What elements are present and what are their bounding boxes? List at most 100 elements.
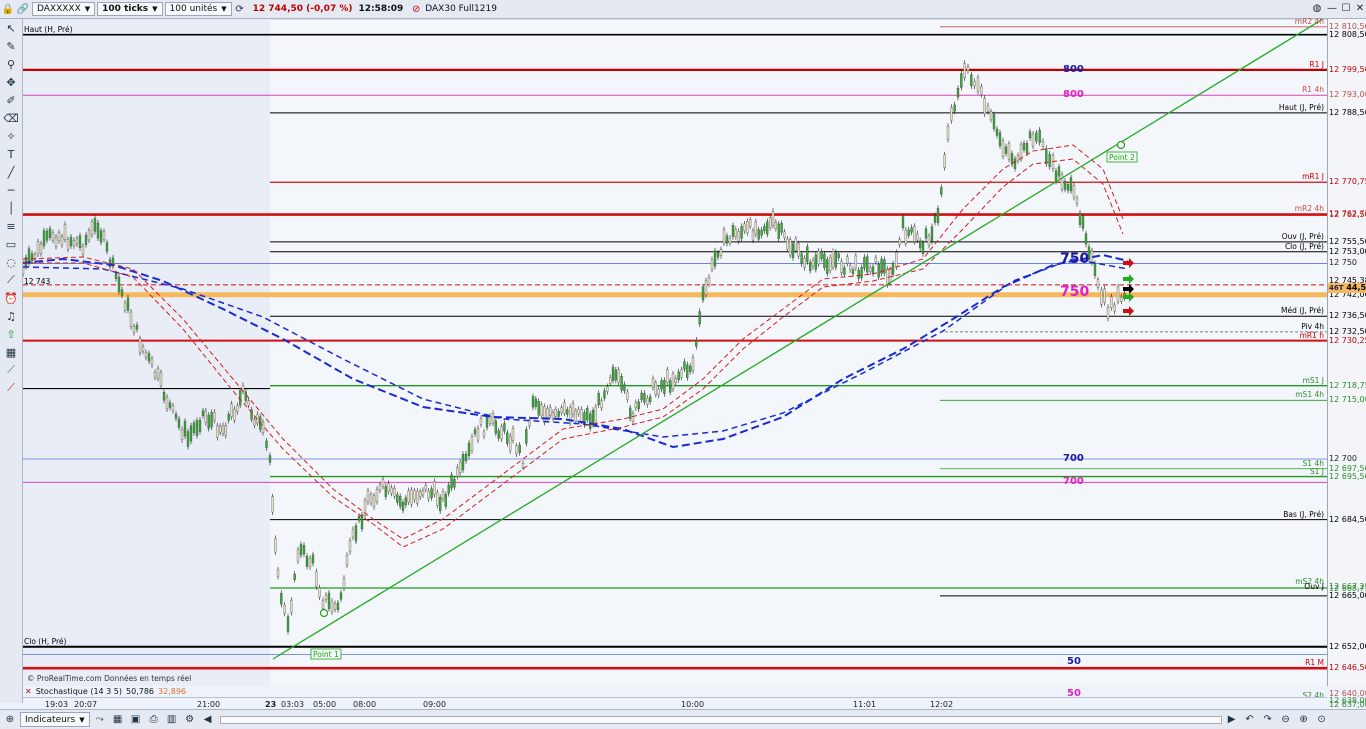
candle-body	[159, 372, 163, 386]
candle-body	[695, 340, 698, 347]
globe-icon[interactable]: ◍	[1310, 2, 1324, 15]
ticks-selector[interactable]: 100 ticks ▼	[97, 2, 163, 16]
candle-body	[866, 256, 869, 273]
candle-body	[280, 593, 283, 605]
record-icon[interactable]: ⊘	[409, 2, 423, 16]
instrument-label: DAXXXXX	[37, 4, 81, 14]
candle-body	[803, 258, 806, 268]
candle-body	[276, 569, 280, 577]
price-axis-label: 12 788,50	[1329, 107, 1366, 117]
candle-body	[369, 494, 373, 504]
refresh-icon[interactable]: ⟳	[233, 2, 247, 16]
save-icon[interactable]: ▣	[128, 712, 144, 728]
ruler-icon[interactable]: ⟋	[0, 271, 22, 289]
candle-body	[1116, 286, 1120, 302]
close-panel-icon[interactable]: ✕	[25, 687, 32, 696]
candle-body	[221, 425, 225, 434]
text-icon[interactable]: T	[0, 145, 22, 163]
print-icon[interactable]: ⎙	[146, 712, 162, 728]
redo-icon[interactable]: ↷	[1260, 712, 1276, 728]
candle-body	[227, 414, 230, 421]
chevron-down-icon: ▼	[152, 5, 158, 13]
level-label: mR2 4h	[1294, 16, 1324, 26]
candle-body	[986, 105, 990, 112]
instrument-selector[interactable]: DAXXXXX ▼	[32, 2, 96, 16]
share-icon[interactable]: ⤳	[92, 712, 108, 728]
candle-body	[1110, 296, 1113, 308]
hline-icon[interactable]: ─	[0, 181, 22, 199]
line-icon[interactable]: ╱	[0, 163, 22, 181]
up-arrow-icon[interactable]: ⇧	[0, 325, 22, 343]
zoom-icon[interactable]: ⚲	[0, 55, 22, 73]
candle-body	[424, 485, 428, 490]
alarm-icon[interactable]: ⏰	[0, 289, 22, 307]
candle-body	[286, 616, 290, 632]
eraser-icon[interactable]: ⌫	[0, 109, 22, 127]
candle-body	[410, 489, 413, 505]
vline-icon[interactable]: │	[0, 199, 22, 217]
candle-body	[854, 255, 858, 269]
candle-body	[261, 422, 265, 433]
bell-icon[interactable]: ♫	[0, 307, 22, 325]
candle-body	[860, 267, 863, 278]
paint-icon[interactable]: ✐	[0, 91, 22, 109]
settings-icon[interactable]: ⚙	[182, 712, 198, 728]
grid-icon[interactable]: ▦	[0, 343, 22, 361]
candle-body	[162, 392, 166, 401]
close-icon[interactable]: ✕	[1353, 2, 1366, 15]
candle-body	[354, 525, 358, 542]
move-icon[interactable]: ✥	[0, 73, 22, 91]
candle-body	[458, 462, 462, 473]
level-label: mS1 4h	[1295, 390, 1324, 400]
top-toolbar: 🔒 🔗 DAXXXXX ▼ 100 ticks ▼ 100 unités ▼ ⟳ 12…	[0, 0, 1366, 19]
zoom-in-icon[interactable]: ⊕	[1296, 712, 1312, 728]
candle-body	[843, 267, 846, 275]
price-axis-label: 12 736,50	[1329, 311, 1366, 321]
candle-body	[648, 396, 652, 402]
pencil-icon[interactable]: ✎	[0, 37, 22, 55]
reset-zoom-icon[interactable]: ⊙	[1314, 712, 1330, 728]
table-icon[interactable]: ▦	[110, 712, 126, 728]
candle-body	[467, 442, 471, 456]
candle-body	[688, 365, 692, 372]
price-chart[interactable]: Point 1 Point 2	[23, 19, 1327, 686]
undo-icon[interactable]: ↶	[1242, 712, 1258, 728]
chart-type-icon[interactable]: ▥	[164, 712, 180, 728]
level-label: Haut (J, Pré)	[1278, 102, 1324, 112]
link-icon[interactable]: 🔗	[16, 2, 30, 16]
scroll-right-icon[interactable]: ▶	[1224, 712, 1240, 728]
candle-body	[39, 243, 43, 254]
units-selector[interactable]: 100 unités ▼	[164, 2, 232, 16]
pointer-icon[interactable]: ↖	[0, 19, 22, 37]
candle-body	[828, 257, 832, 271]
candle-body	[233, 408, 236, 421]
candle-body	[863, 256, 866, 269]
cycle-icon[interactable]: ◌	[0, 253, 22, 271]
price-axis-label: 12 718,75	[1329, 380, 1366, 390]
last-price-tag-code: 46T	[1329, 284, 1344, 292]
point-1-marker[interactable]	[319, 608, 329, 618]
candle-body	[989, 111, 993, 120]
magic-icon[interactable]: ✧	[0, 127, 22, 145]
slope-icon[interactable]: ⟋	[0, 361, 22, 379]
candle-body	[837, 253, 840, 259]
time-axis-label: 20:07	[74, 700, 98, 709]
maximize-icon[interactable]: ☐	[1339, 2, 1353, 15]
slope-red-icon[interactable]: ⟋	[0, 379, 22, 397]
add-icon[interactable]: ⊕	[2, 712, 18, 728]
minimize-icon[interactable]: —	[1325, 2, 1339, 15]
candle-body	[748, 219, 752, 227]
scroll-left-icon[interactable]: ◀	[200, 712, 216, 728]
candle-body	[525, 429, 528, 444]
fib-icon[interactable]: ≡	[0, 217, 22, 235]
indicators-button[interactable]: Indicateurs ▼	[20, 712, 90, 727]
candle-body	[381, 479, 385, 487]
candle-body	[132, 326, 136, 333]
candle-body	[851, 269, 855, 275]
rect-icon[interactable]: ▭	[0, 235, 22, 253]
lock-icon[interactable]: 🔒	[1, 2, 15, 16]
point-2-marker[interactable]	[1116, 140, 1126, 150]
horizontal-scrollbar[interactable]	[219, 715, 1222, 724]
zoom-out-icon[interactable]: ⊖	[1278, 712, 1294, 728]
candle-body	[265, 440, 268, 448]
